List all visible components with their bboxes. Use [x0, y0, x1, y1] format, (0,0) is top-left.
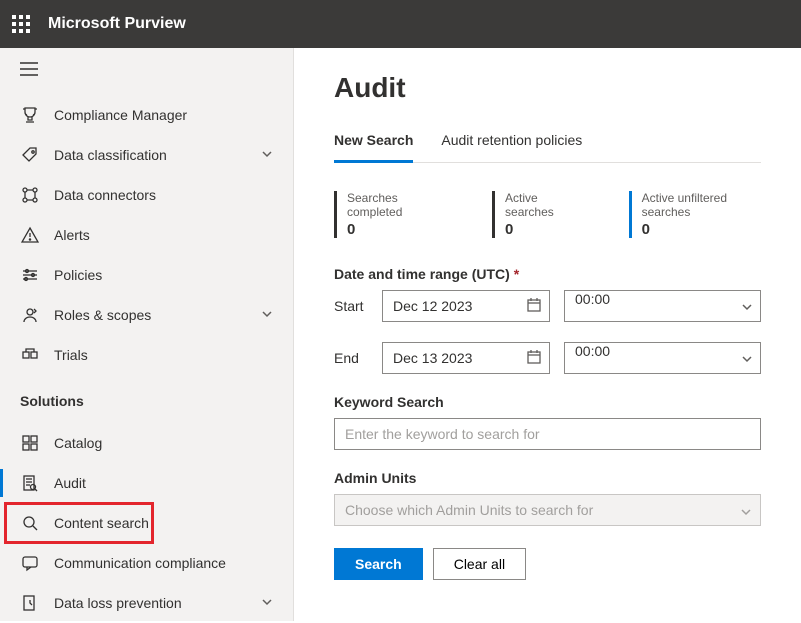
keyword-input[interactable] [334, 418, 761, 450]
nav-top-list: Compliance Manager Data classification D… [0, 95, 293, 375]
stat-label: Active unfiltered searches [642, 191, 761, 219]
sidebar-item-trials[interactable]: Trials [0, 335, 293, 375]
sidebar-item-alerts[interactable]: Alerts [0, 215, 293, 255]
product-name: Microsoft Purview [48, 15, 186, 33]
sidebar-item-data-connectors[interactable]: Data connectors [0, 175, 293, 215]
admin-units-select[interactable]: Choose which Admin Units to search for [334, 494, 761, 526]
search-icon [20, 513, 40, 533]
stat-searches-completed: Searches completed 0 [334, 191, 442, 238]
roles-icon [20, 305, 40, 325]
audit-icon [20, 473, 40, 493]
alert-icon [20, 225, 40, 245]
sidebar-item-label: Content search [54, 515, 149, 531]
comm-icon [20, 553, 40, 573]
nav-solutions-list: Catalog Audit Content search Communicati… [0, 423, 293, 623]
sidebar-item-roles-scopes[interactable]: Roles & scopes [0, 295, 293, 335]
sidebar: Compliance Manager Data classification D… [0, 48, 294, 621]
chevron-down-icon [261, 307, 273, 323]
stats-row: Searches completed 0 Active searches 0 A… [334, 191, 761, 238]
end-time-select[interactable]: 00:00 [564, 342, 761, 374]
sidebar-section-header: Solutions [0, 375, 293, 417]
sidebar-item-label: Audit [54, 475, 86, 491]
sidebar-item-label: Roles & scopes [54, 307, 151, 323]
stat-active-unfiltered-searches: Active unfiltered searches 0 [629, 191, 761, 238]
stat-value: 0 [347, 221, 442, 238]
tabs: New Search Audit retention policies [334, 132, 761, 163]
sidebar-item-label: Communication compliance [54, 555, 226, 571]
admin-units-placeholder: Choose which Admin Units to search for [345, 502, 593, 518]
chevron-down-icon [261, 595, 273, 611]
policies-icon [20, 265, 40, 285]
start-label: Start [334, 298, 368, 314]
trials-icon [20, 345, 40, 365]
topbar: Microsoft Purview [0, 0, 801, 48]
main-content: Audit New Search Audit retention policie… [294, 48, 801, 621]
app-launcher-icon[interactable] [12, 15, 30, 33]
start-time-value[interactable]: 00:00 [564, 290, 761, 322]
sidebar-item-label: Data connectors [54, 187, 156, 203]
keyword-label: Keyword Search [334, 394, 761, 410]
page-title: Audit [334, 72, 761, 104]
connector-icon [20, 185, 40, 205]
tab-new-search[interactable]: New Search [334, 132, 413, 163]
stat-active-searches: Active searches 0 [492, 191, 579, 238]
tab-audit-retention-policies[interactable]: Audit retention policies [441, 132, 582, 163]
stat-value: 0 [505, 221, 579, 238]
chevron-down-icon [740, 505, 752, 521]
end-label: End [334, 350, 368, 366]
sidebar-item-label: Alerts [54, 227, 90, 243]
date-range-label: Date and time range (UTC) * [334, 266, 761, 282]
sidebar-item-label: Compliance Manager [54, 107, 187, 123]
start-date-field[interactable] [382, 290, 550, 322]
sidebar-item-data-classification[interactable]: Data classification [0, 135, 293, 175]
nav-toggle-icon[interactable] [0, 48, 293, 89]
end-date-input[interactable] [382, 342, 550, 374]
end-date-field[interactable] [382, 342, 550, 374]
admin-units-label: Admin Units [334, 470, 761, 486]
catalog-icon [20, 433, 40, 453]
search-button[interactable]: Search [334, 548, 423, 580]
dlp-icon [20, 593, 40, 613]
clear-all-button[interactable]: Clear all [433, 548, 526, 580]
chevron-down-icon [261, 147, 273, 163]
end-time-value[interactable]: 00:00 [564, 342, 761, 374]
sidebar-item-catalog[interactable]: Catalog [0, 423, 293, 463]
start-time-select[interactable]: 00:00 [564, 290, 761, 322]
stat-label: Active searches [505, 191, 579, 219]
tag-icon [20, 145, 40, 165]
stat-label: Searches completed [347, 191, 442, 219]
sidebar-item-data-loss-prevention[interactable]: Data loss prevention [0, 583, 293, 623]
start-date-input[interactable] [382, 290, 550, 322]
sidebar-item-label: Trials [54, 347, 88, 363]
sidebar-item-label: Policies [54, 267, 102, 283]
trophy-icon [20, 105, 40, 125]
sidebar-item-audit[interactable]: Audit [0, 463, 293, 503]
sidebar-item-policies[interactable]: Policies [0, 255, 293, 295]
stat-value: 0 [642, 221, 761, 238]
sidebar-item-compliance-manager[interactable]: Compliance Manager [0, 95, 293, 135]
sidebar-item-label: Data loss prevention [54, 595, 182, 611]
sidebar-item-label: Data classification [54, 147, 167, 163]
sidebar-item-communication-compliance[interactable]: Communication compliance [0, 543, 293, 583]
sidebar-item-label: Catalog [54, 435, 102, 451]
sidebar-item-content-search[interactable]: Content search [0, 503, 293, 543]
